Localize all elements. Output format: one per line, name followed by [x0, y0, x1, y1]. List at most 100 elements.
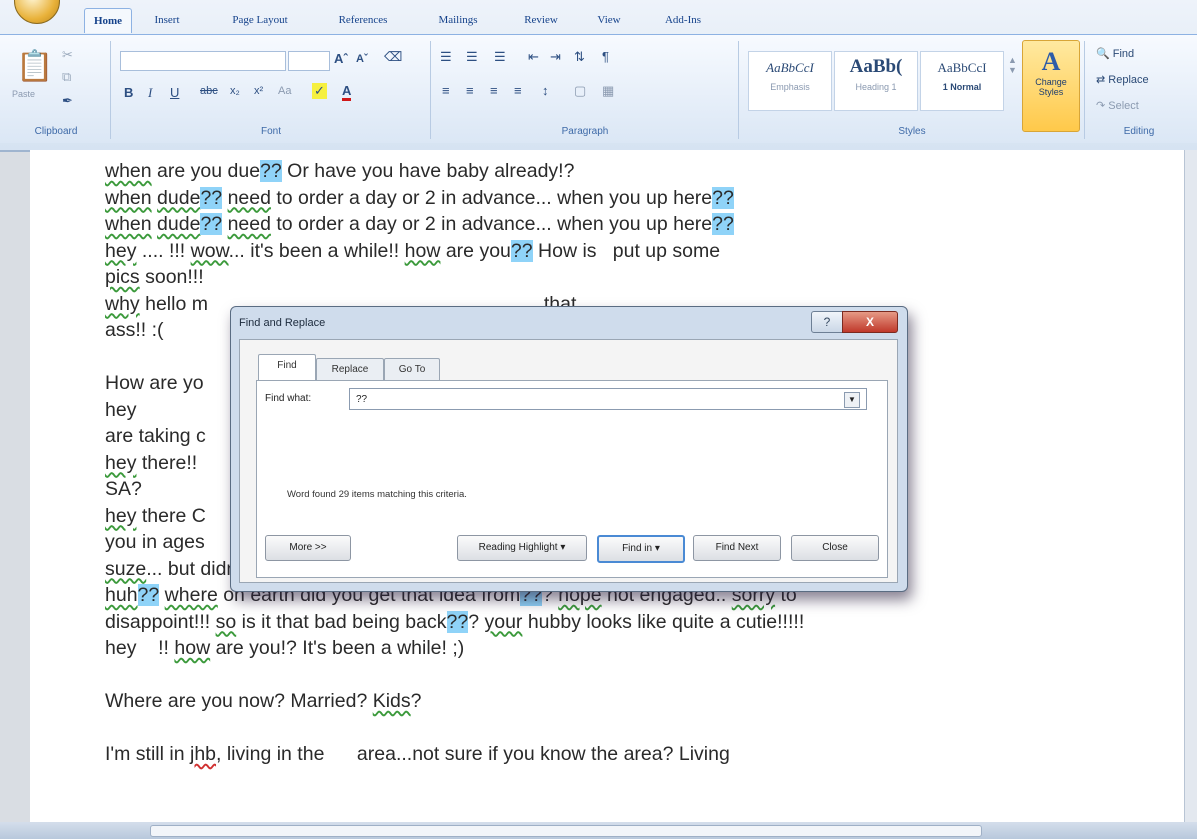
document-line[interactable]: hey .... !!! wow... it's been a while!! … — [105, 238, 1025, 265]
close-window-button[interactable]: X — [842, 311, 898, 333]
clear-formatting-icon[interactable]: ⌫ — [384, 49, 402, 65]
close-button[interactable]: Close — [791, 535, 879, 561]
clipboard-group-label: Clipboard — [34, 126, 78, 137]
bold-icon[interactable]: B — [124, 85, 133, 100]
borders-icon[interactable]: ▦ — [602, 83, 614, 99]
style-name: 1 Normal — [942, 82, 982, 92]
italic-icon[interactable]: I — [148, 85, 152, 101]
tab-home[interactable]: Home — [84, 8, 132, 33]
document-line[interactable]: pics soon!!! — [105, 264, 1025, 291]
find-in-button[interactable]: Find in ▾ — [597, 535, 685, 563]
shrink-font-icon[interactable]: Aˇ — [356, 53, 368, 65]
tab-view[interactable]: View — [592, 8, 626, 32]
replace-label: Replace — [1108, 74, 1149, 86]
blank-line[interactable] — [105, 715, 1025, 742]
horizontal-scrollbar-thumb[interactable] — [150, 825, 982, 837]
multilevel-list-icon[interactable]: ☰ — [494, 49, 506, 65]
reading-highlight-button[interactable]: Reading Highlight ▾ — [457, 535, 587, 561]
shading-icon[interactable]: ▢ — [574, 83, 586, 99]
document-line[interactable]: disappoint!!! so is it that bad being ba… — [105, 609, 1025, 636]
document-line[interactable]: when dude?? need to order a day or 2 in … — [105, 211, 1025, 238]
tab-insert[interactable]: Insert — [144, 8, 190, 32]
find-next-button[interactable]: Find Next — [693, 535, 781, 561]
paste-label[interactable]: Paste — [12, 89, 35, 99]
bullets-icon[interactable]: ☰ — [440, 49, 452, 65]
increase-indent-icon[interactable]: ⇥ — [550, 49, 561, 65]
show-formatting-icon[interactable]: ¶ — [602, 49, 609, 64]
find-button[interactable]: 🔍 Find — [1096, 47, 1134, 60]
cut-icon[interactable]: ✂ — [62, 47, 73, 63]
change-styles-button[interactable]: A Change Styles — [1022, 40, 1080, 132]
document-line[interactable]: when are you due?? Or have you have baby… — [105, 158, 1025, 185]
editing-group-label: Editing — [1123, 126, 1155, 137]
subscript-icon[interactable]: x₂ — [230, 85, 240, 97]
strikethrough-icon[interactable]: abc — [200, 85, 218, 97]
help-button[interactable]: ? — [811, 311, 843, 333]
select-icon: ↷ — [1096, 100, 1106, 112]
change-styles-icon: A — [1041, 47, 1061, 76]
dialog-panel: Find Replace Go To Find what: ?? ▼ Word … — [239, 339, 898, 583]
select-button[interactable]: ↷ Select — [1096, 99, 1139, 112]
find-what-label: Find what: — [265, 393, 312, 404]
font-group-label: Font — [260, 126, 281, 137]
reading-highlight-label: Reading Highlight — [478, 542, 558, 553]
font-color-icon[interactable]: A — [342, 83, 352, 101]
copy-icon[interactable]: ⧉ — [62, 69, 71, 85]
more-button[interactable]: More >> — [265, 535, 351, 561]
tab-references[interactable]: References — [326, 8, 400, 32]
clipboard-group: 📋 Paste ✂ ⧉ ✒ Clipboard — [2, 41, 111, 139]
grow-font-icon[interactable]: Aˆ — [334, 51, 348, 66]
tab-review[interactable]: Review — [518, 8, 564, 32]
vertical-scrollbar[interactable] — [1184, 150, 1197, 822]
sort-icon[interactable]: ⇅ — [574, 49, 585, 65]
find-what-value: ?? — [356, 394, 368, 405]
find-what-input[interactable]: ?? ▼ — [349, 388, 867, 410]
match-count-message: Word found 29 items matching this criter… — [287, 489, 467, 500]
align-left-icon[interactable]: ≡ — [442, 83, 450, 98]
align-center-icon[interactable]: ≡ — [466, 83, 474, 98]
font-name-box[interactable] — [120, 51, 286, 71]
replace-icon: ⇄ — [1096, 74, 1106, 86]
font-size-box[interactable] — [288, 51, 330, 71]
numbering-icon[interactable]: ☰ — [466, 49, 478, 65]
blank-line[interactable] — [105, 662, 1025, 689]
highlight-color-icon[interactable]: ✓ — [312, 83, 327, 99]
font-group: Aˆ Aˇ ⌫ B I U abc x₂ x² Aa ✓ A Font — [112, 41, 431, 139]
style-name: Heading 1 — [855, 82, 897, 92]
superscript-icon[interactable]: x² — [254, 85, 263, 97]
line-spacing-icon[interactable]: ↕ — [542, 83, 549, 98]
tab-go-to[interactable]: Go To — [384, 358, 440, 381]
office-button[interactable] — [14, 0, 60, 24]
tab-add-ins[interactable]: Add-Ins — [656, 8, 710, 32]
ribbon-band: 📋 Paste ✂ ⧉ ✒ Clipboard Aˆ Aˇ ⌫ B I U ab… — [0, 34, 1197, 143]
decrease-indent-icon[interactable]: ⇤ — [528, 49, 539, 65]
style-emphasis[interactable]: AaBbCcI Emphasis — [748, 51, 832, 111]
style-normal[interactable]: AaBbCcI 1 Normal — [920, 51, 1004, 111]
document-line[interactable]: Where are you now? Married? Kids? — [105, 688, 1025, 715]
style-name: Emphasis — [770, 82, 810, 92]
document-line[interactable]: I'm still in jhb, living in the area...n… — [105, 741, 1025, 768]
document-line[interactable]: hey !! how are you!? It's been a while! … — [105, 635, 1025, 662]
replace-button[interactable]: ⇄ Replace — [1096, 73, 1149, 86]
style-heading-1[interactable]: AaBb( Heading 1 — [834, 51, 918, 111]
tab-find[interactable]: Find — [258, 354, 316, 382]
tab-page-layout[interactable]: Page Layout — [220, 8, 300, 32]
styles-scroll-icon[interactable]: ▲ ▼ — [1008, 55, 1017, 75]
tab-mailings[interactable]: Mailings — [430, 8, 486, 32]
chevron-down-icon[interactable]: ▼ — [844, 392, 860, 408]
change-case-icon[interactable]: Aa — [278, 85, 291, 97]
paragraph-group: ☰ ☰ ☰ ⇤ ⇥ ⇅ ¶ ≡ ≡ ≡ ≡ ↕ ▢ ▦ Paragraph — [432, 41, 739, 139]
change-styles-label: Change Styles — [1035, 77, 1067, 97]
paste-icon[interactable]: 📋 — [16, 49, 53, 84]
align-right-icon[interactable]: ≡ — [490, 83, 498, 98]
document-line[interactable]: when dude?? need to order a day or 2 in … — [105, 185, 1025, 212]
find-tab-content: Find what: ?? ▼ Word found 29 items matc… — [256, 380, 888, 578]
find-replace-dialog: Find and Replace ? X Find Replace Go To … — [230, 306, 908, 592]
underline-icon[interactable]: U — [170, 85, 179, 100]
format-painter-icon[interactable]: ✒ — [62, 93, 73, 109]
binoculars-icon: 🔍 — [1096, 48, 1110, 60]
tab-replace[interactable]: Replace — [316, 358, 384, 381]
select-label: Select — [1108, 100, 1139, 112]
dialog-title: Find and Replace — [239, 317, 326, 329]
justify-icon[interactable]: ≡ — [514, 83, 522, 98]
